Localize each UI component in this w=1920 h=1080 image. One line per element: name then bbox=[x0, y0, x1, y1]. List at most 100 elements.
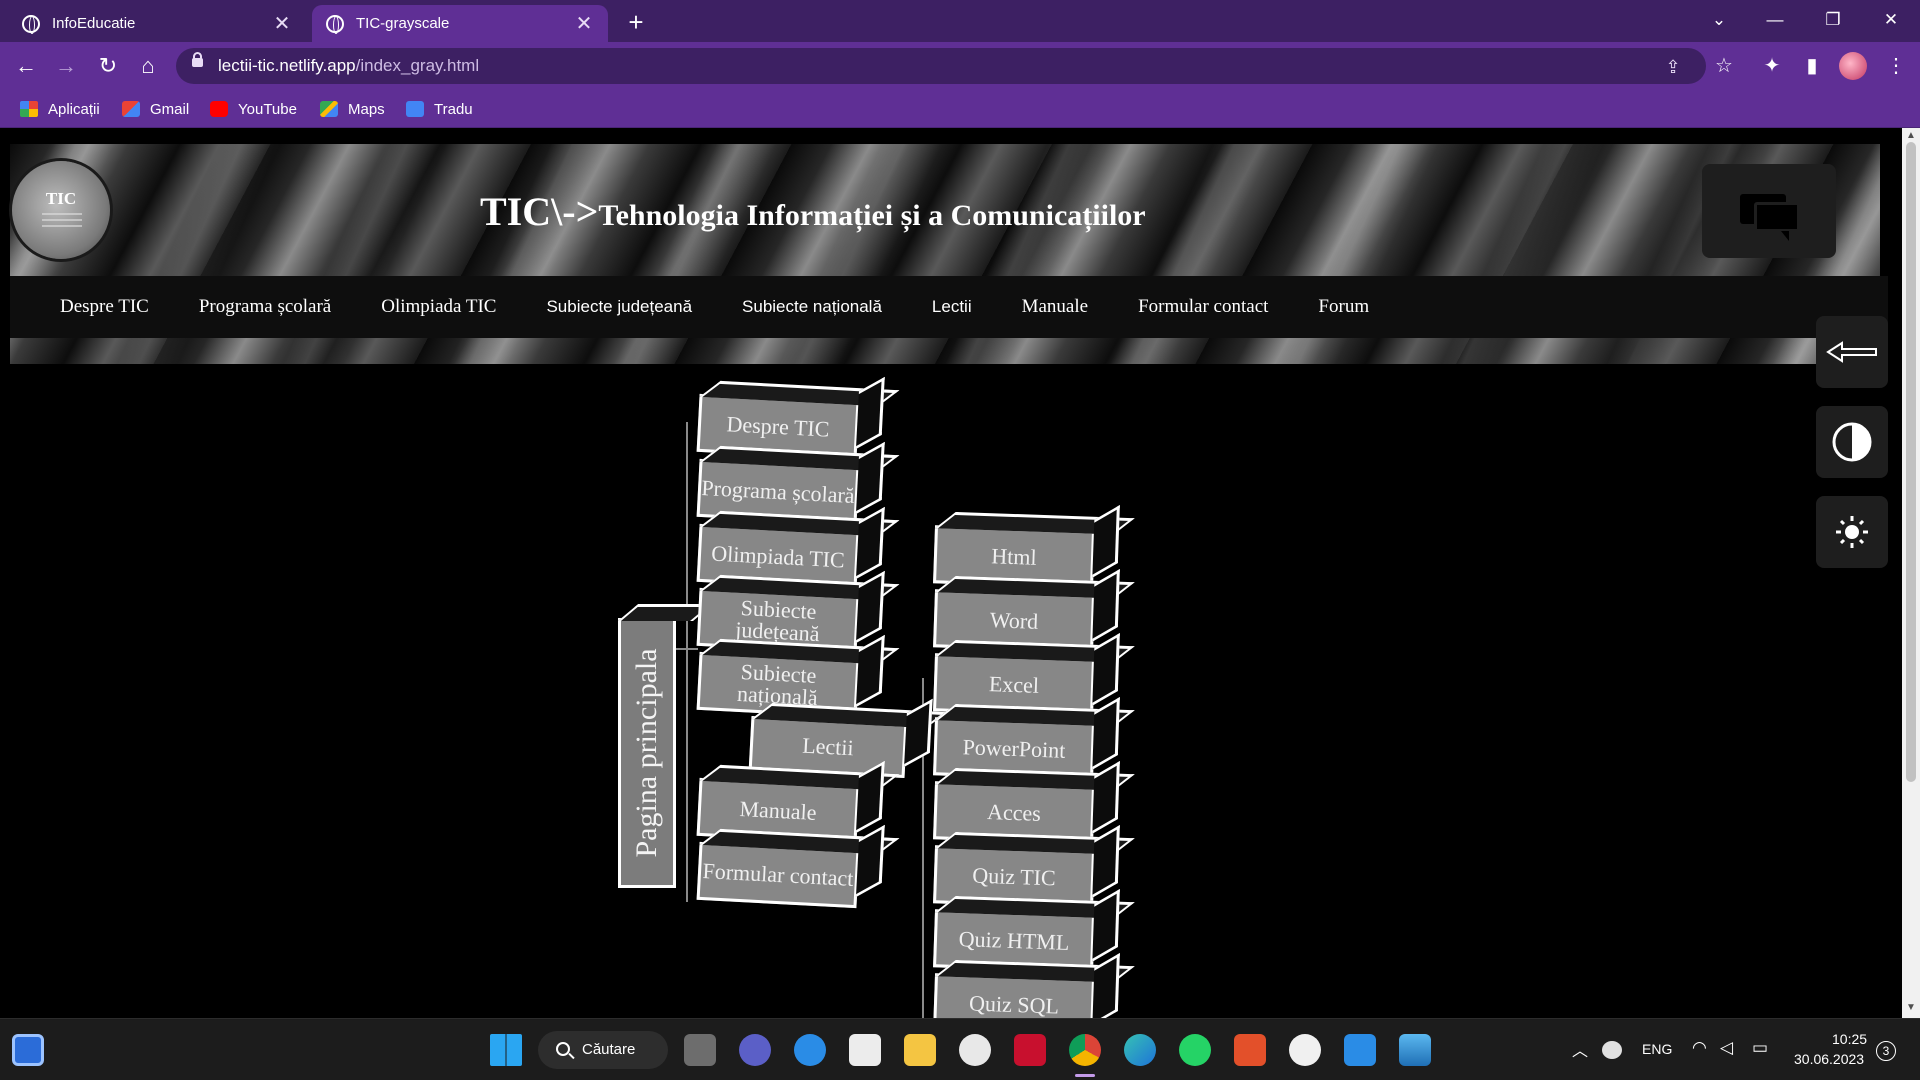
root-node-label: Pagina principala bbox=[630, 648, 663, 858]
connector-line bbox=[676, 648, 698, 650]
nav-manuale[interactable]: Manuale bbox=[1022, 296, 1088, 318]
contrast-button[interactable] bbox=[1816, 406, 1888, 478]
office-icon[interactable] bbox=[1234, 1034, 1266, 1066]
onedrive-icon[interactable] bbox=[1602, 1041, 1622, 1059]
notification-badge[interactable]: 3 bbox=[1876, 1041, 1896, 1061]
chrome-icon[interactable] bbox=[1069, 1034, 1101, 1066]
file-explorer-icon[interactable] bbox=[904, 1034, 936, 1066]
site-logo[interactable]: TIC bbox=[12, 161, 110, 259]
start-windows-icon[interactable] bbox=[490, 1034, 522, 1066]
new-tab-button[interactable]: + bbox=[620, 6, 652, 38]
taskbar-search[interactable]: Căutare bbox=[538, 1031, 668, 1069]
scroll-thumb[interactable] bbox=[1906, 142, 1916, 782]
address-bar[interactable]: lectii-tic.netlify.app/index_gray.html ⇪ bbox=[176, 48, 1706, 84]
show-hidden-icons-chevron[interactable]: ︿ bbox=[1572, 1037, 1588, 1061]
sitemap-diagram: Pagina principala Despre TIC Programa șc… bbox=[600, 368, 1160, 1018]
app-icon[interactable] bbox=[959, 1034, 991, 1066]
browser-toolbar: ← → ↻ ⌂ lectii-tic.netlify.app/index_gra… bbox=[0, 42, 1920, 90]
get-help-icon[interactable] bbox=[794, 1034, 826, 1066]
bookmark-youtube[interactable]: YouTube bbox=[210, 98, 297, 120]
node-label: Word bbox=[989, 607, 1039, 634]
bookmark-maps[interactable]: Maps bbox=[320, 98, 385, 120]
chat-icon-front bbox=[1754, 202, 1800, 241]
nav-programa-scolara[interactable]: Programa școlară bbox=[199, 296, 331, 318]
volume-icon[interactable]: ◁ bbox=[1720, 1038, 1733, 1058]
gmail-icon bbox=[122, 101, 140, 117]
edge-icon[interactable] bbox=[1124, 1034, 1156, 1066]
reload-icon[interactable]: ↻ bbox=[92, 50, 124, 82]
side-panel-icon[interactable]: ▮ bbox=[1796, 50, 1828, 82]
whatsapp-icon[interactable] bbox=[1179, 1034, 1211, 1066]
scroll-down-arrow-icon[interactable]: ▼ bbox=[1905, 1002, 1917, 1013]
site-title: TIC\->Tehnologia Informației și a Comuni… bbox=[480, 188, 1146, 235]
share-icon[interactable]: ⇪ bbox=[1660, 54, 1686, 80]
chat-button[interactable] bbox=[1702, 164, 1836, 258]
teams-chat-icon[interactable] bbox=[739, 1034, 771, 1066]
scroll-up-arrow-icon[interactable]: ▲ bbox=[1905, 130, 1917, 141]
nav-despre-tic[interactable]: Despre TIC bbox=[60, 296, 149, 318]
nav-forum[interactable]: Forum bbox=[1318, 296, 1369, 318]
forward-icon[interactable]: → bbox=[50, 50, 82, 82]
node-label: Olimpiada TIC bbox=[710, 540, 846, 573]
back-button[interactable] bbox=[1816, 316, 1888, 388]
minimize-button[interactable]: — bbox=[1746, 0, 1804, 42]
node-formular-contact[interactable]: Formular contact bbox=[696, 841, 860, 909]
close-window-button[interactable]: ✕ bbox=[1862, 0, 1920, 42]
node-label: Formular contact bbox=[702, 858, 855, 891]
photos-icon[interactable] bbox=[1399, 1034, 1431, 1066]
close-tab-icon[interactable]: ✕ bbox=[272, 11, 292, 36]
bookmark-label: Gmail bbox=[150, 100, 190, 118]
home-icon[interactable]: ⌂ bbox=[132, 50, 164, 82]
restore-button[interactable]: ❐ bbox=[1804, 0, 1862, 42]
clock-time[interactable]: 10:25 bbox=[1832, 1031, 1867, 1047]
node-label: Acces bbox=[986, 799, 1042, 826]
tab-search-icon[interactable]: ⌄ bbox=[1690, 0, 1748, 42]
close-tab-icon[interactable]: ✕ bbox=[574, 11, 594, 36]
task-view-icon[interactable] bbox=[684, 1034, 716, 1066]
node-label: Quiz HTML bbox=[958, 926, 1070, 955]
profile-avatar[interactable] bbox=[1839, 52, 1867, 80]
node-label: Html bbox=[990, 543, 1038, 570]
wifi-icon[interactable]: ◠ bbox=[1692, 1038, 1707, 1058]
bookmark-star-icon[interactable]: ☆ bbox=[1708, 50, 1740, 82]
bookmark-apps[interactable]: Aplicații bbox=[20, 98, 100, 120]
page-viewport: TIC TIC\->Tehnologia Informației și a Co… bbox=[0, 128, 1902, 1018]
language-indicator[interactable]: ENG bbox=[1642, 1041, 1672, 1057]
tab-strip: InfoEducatie ✕ TIC-grayscale ✕ + ⌄ — ❐ ✕ bbox=[0, 0, 1920, 42]
nav-lectii[interactable]: Lectii bbox=[932, 297, 972, 317]
node-quiz-sql[interactable]: Quiz SQL bbox=[933, 973, 1095, 1018]
node-label: PowerPoint bbox=[962, 734, 1066, 763]
brightness-button[interactable] bbox=[1816, 496, 1888, 568]
tab-infoeducatie[interactable]: InfoEducatie ✕ bbox=[8, 5, 306, 42]
nav-formular-contact[interactable]: Formular contact bbox=[1138, 296, 1268, 318]
chrome-active-indicator bbox=[1075, 1074, 1095, 1077]
nav-olimpiada-tic[interactable]: Olimpiada TIC bbox=[381, 296, 496, 318]
page-scrollbar[interactable]: ▲ ▼ bbox=[1902, 128, 1920, 1018]
bookmark-gmail[interactable]: Gmail bbox=[122, 98, 189, 120]
bookmark-tradu[interactable]: Tradu bbox=[406, 98, 473, 120]
menu-kebab-icon[interactable]: ⋮ bbox=[1880, 50, 1912, 82]
root-node[interactable]: Pagina principala bbox=[618, 618, 676, 888]
brightness-icon bbox=[1836, 516, 1868, 548]
connector-line bbox=[686, 422, 688, 902]
nav-subiecte-judeteana[interactable]: Subiecte județeană bbox=[546, 297, 692, 317]
maps-icon bbox=[320, 101, 338, 117]
back-icon[interactable]: ← bbox=[10, 50, 42, 82]
github-icon[interactable] bbox=[1289, 1034, 1321, 1066]
mcafee-icon[interactable] bbox=[1014, 1034, 1046, 1066]
node-label: Programa școlară bbox=[700, 475, 856, 508]
extensions-icon[interactable]: ✦ bbox=[1756, 50, 1788, 82]
node-label: Quiz TIC bbox=[971, 862, 1057, 891]
node-label: Subiecte județeană bbox=[734, 595, 821, 647]
lock-icon[interactable] bbox=[192, 52, 203, 67]
battery-icon[interactable]: ▭ bbox=[1752, 1038, 1768, 1058]
microsoft-store-icon[interactable] bbox=[849, 1034, 881, 1066]
translate-icon bbox=[406, 101, 424, 117]
url-text[interactable]: lectii-tic.netlify.app/index_gray.html bbox=[218, 56, 479, 76]
bookmark-label: Maps bbox=[348, 100, 385, 118]
clock-date[interactable]: 30.06.2023 bbox=[1794, 1051, 1864, 1067]
vscode-icon[interactable] bbox=[1344, 1034, 1376, 1066]
tab-tic-grayscale[interactable]: TIC-grayscale ✕ bbox=[312, 5, 608, 42]
nav-subiecte-nationala[interactable]: Subiecte națională bbox=[742, 297, 882, 317]
widgets-icon[interactable] bbox=[12, 1034, 44, 1066]
